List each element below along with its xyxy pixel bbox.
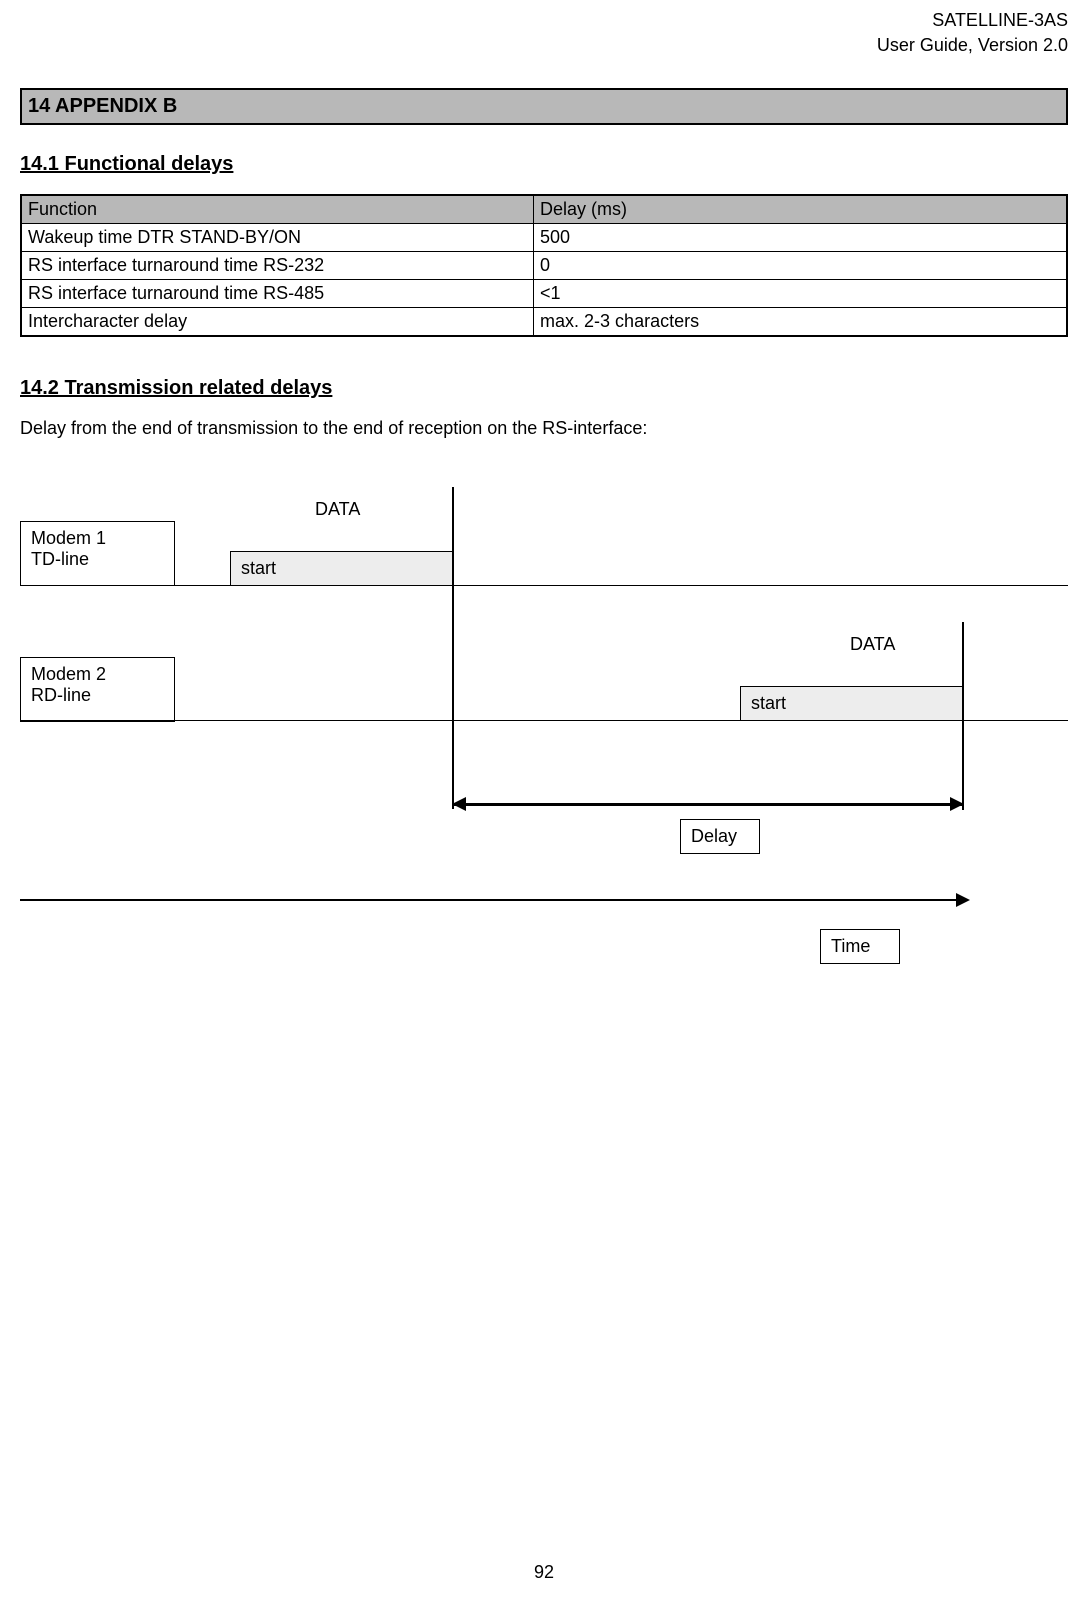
table-cell: 500 [534,224,1067,252]
modem1-line2: TD-line [31,549,164,570]
modem2-line2: RD-line [31,685,164,706]
modem2-line1: Modem 2 [31,664,164,685]
table-cell: RS interface turnaround time RS-485 [21,280,534,308]
table-header-row: Function Delay (ms) [21,195,1067,224]
table-cell: Wakeup time DTR STAND-BY/ON [21,224,534,252]
row1-axis-full [20,585,1068,586]
vertical-rx-extend [962,686,964,810]
time-label-box: Time [820,929,900,964]
delay-arrow-left-icon [452,797,466,811]
table-header-function: Function [21,195,534,224]
start-box-1: start [230,551,454,586]
table-row: Wakeup time DTR STAND-BY/ON 500 [21,224,1067,252]
doc-title: SATELLINE-3AS [20,8,1068,33]
functional-delays-table: Function Delay (ms) Wakeup time DTR STAN… [20,194,1068,337]
table-cell: RS interface turnaround time RS-232 [21,252,534,280]
table-cell: <1 [534,280,1067,308]
table-cell: max. 2-3 characters [534,308,1067,337]
data-label-1: DATA [315,499,360,520]
row2-axis [20,720,1068,721]
page-number: 92 [0,1562,1088,1583]
table-cell: 0 [534,252,1067,280]
vertical-end-tx [452,487,454,551]
table-header-delay: Delay (ms) [534,195,1067,224]
start-box-2: start [740,686,964,721]
doc-subtitle: User Guide, Version 2.0 [20,33,1068,58]
modem1-line1: Modem 1 [31,528,164,549]
table-row: Intercharacter delay max. 2-3 characters [21,308,1067,337]
timing-diagram: Modem 1 TD-line DATA start Modem 2 RD-li… [20,499,1068,1059]
doc-header: SATELLINE-3AS User Guide, Version 2.0 [20,8,1068,58]
data-label-2: DATA [850,634,895,655]
modem2-box: Modem 2 RD-line [20,657,175,722]
time-arrow-right-icon [956,893,970,907]
delay-label-box: Delay [680,819,760,854]
time-axis-line [20,899,960,901]
subsection-functional-delays: 14.1 Functional delays [20,153,1068,176]
table-row: RS interface turnaround time RS-485 <1 [21,280,1067,308]
subsection-transmission-delays: 14.2 Transmission related delays [20,377,1068,400]
section-heading-appendix-b: 14 APPENDIX B [20,88,1068,125]
vertical-end-rx [962,622,964,686]
table-cell: Intercharacter delay [21,308,534,337]
vertical-tx-extend [452,551,454,809]
paragraph-delay-description: Delay from the end of transmission to th… [20,418,1068,439]
delay-arrow-line [452,803,964,806]
table-row: RS interface turnaround time RS-232 0 [21,252,1067,280]
modem1-box: Modem 1 TD-line [20,521,175,586]
